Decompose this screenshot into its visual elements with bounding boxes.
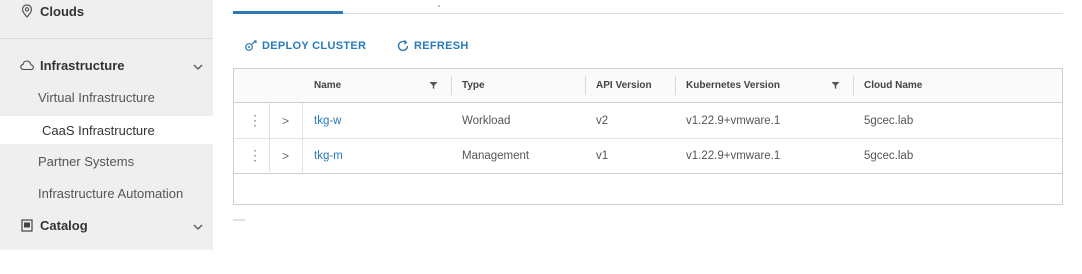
chevron-right-icon[interactable]: > [282,103,289,138]
cluster-name-link[interactable]: tkg-m [314,138,343,173]
cloud-name: 5gcec.lab [864,114,914,127]
clusters-datagrid: Name Type API Version Kubernetes Version… [233,68,1063,205]
sidebar-label-infrastructure: Infrastructure [40,57,125,73]
row-actions-icon[interactable]: ⋮ [248,103,262,138]
table-row[interactable]: ⋮ > tkg-w Workload v2 v1.22.9+vmware.1 5… [234,103,1062,139]
header-separator [451,76,452,95]
sidebar-divider [0,38,213,39]
row-actions-icon[interactable]: ⋮ [248,138,262,173]
api-version: v2 [596,114,609,127]
kubernetes-version: v1.22.9+vmware.1 [686,114,781,127]
api-version: v1 [596,149,609,162]
sidebar-label: Infrastructure Automation [38,185,184,201]
tab-dot [438,5,440,7]
sidebar-item-clouds[interactable]: Clouds [0,0,213,22]
filter-icon[interactable] [429,81,438,90]
cloud-outline-icon [20,58,34,72]
column-header-api-version[interactable]: API Version [596,69,652,102]
refresh-button[interactable]: REFRESH [396,36,469,56]
cluster-name-link[interactable]: tkg-w [314,103,341,138]
header-separator [675,76,676,95]
sidebar-label-catalog: Catalog [40,217,88,233]
kubernetes-version: v1.22.9+vmware.1 [686,149,781,162]
sidebar-item-virtual-infrastructure[interactable]: Virtual Infrastructure [0,84,213,110]
sidebar-label: Partner Systems [38,153,135,169]
refresh-icon [396,39,410,53]
chevron-right-icon[interactable]: > [282,138,289,173]
refresh-label: REFRESH [414,40,469,52]
tab-bar-divider [233,13,1063,14]
chevron-down-icon[interactable] [193,220,203,230]
cluster-type: Workload [462,114,511,127]
deploy-cluster-label: DEPLOY CLUSTER [262,40,367,52]
column-header-kubernetes-version[interactable]: Kubernetes Version [686,69,780,102]
filter-icon[interactable] [831,81,840,90]
cloud-name: 5gcec.lab [864,149,914,162]
left-sidebar: Clouds Infrastructure Virtual Infrastruc… [0,0,213,250]
chevron-down-icon[interactable] [193,60,203,70]
sidebar-item-caas-infrastructure[interactable]: CaaS Infrastructure [0,116,213,144]
sidebar-item-infrastructure[interactable]: Infrastructure [0,52,213,78]
column-header-cloud-name[interactable]: Cloud Name [864,69,922,102]
column-header-name[interactable]: Name [314,69,341,102]
table-row[interactable]: ⋮ > tkg-m Management v1 v1.22.9+vmware.1… [234,138,1062,174]
catalog-icon [20,218,34,232]
sidebar-label: CaaS Infrastructure [42,122,155,138]
column-header-type[interactable]: Type [462,69,485,102]
cluster-type: Management [462,149,530,162]
grid-footer-mark [233,210,245,221]
table-header: Name Type API Version Kubernetes Version… [234,69,1062,103]
location-pin-icon [20,4,34,18]
header-separator [585,76,586,95]
deploy-cluster-button[interactable]: DEPLOY CLUSTER [244,36,366,56]
sidebar-item-catalog[interactable]: Catalog [0,212,213,238]
sidebar-item-infrastructure-automation[interactable]: Infrastructure Automation [0,180,213,206]
deploy-icon [244,40,258,52]
sidebar-label-clouds: Clouds [40,3,85,19]
header-separator [853,76,854,95]
sidebar-item-partner-systems[interactable]: Partner Systems [0,148,213,174]
active-tab-indicator[interactable] [233,11,343,14]
sidebar-label: Virtual Infrastructure [38,89,155,105]
